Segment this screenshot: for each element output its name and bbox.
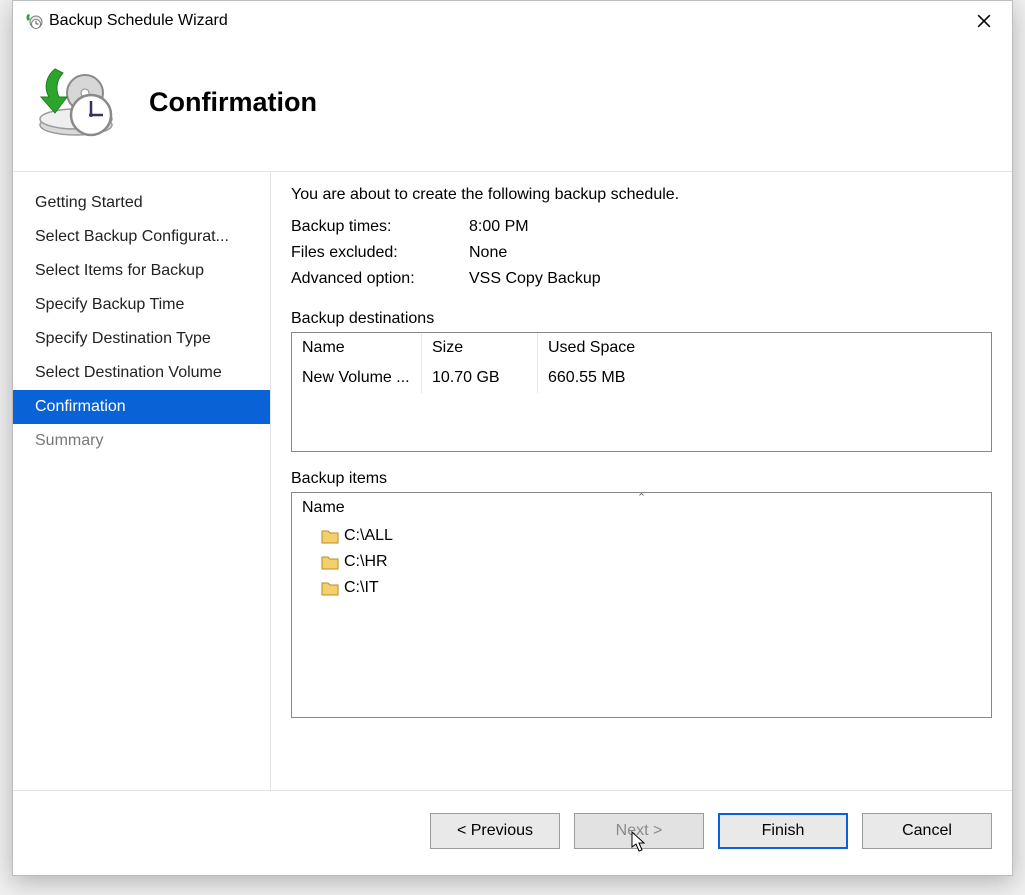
cancel-button[interactable]: Cancel <box>862 813 992 849</box>
destinations-list[interactable]: Name Size Used Space New Volume ... 10.7… <box>291 332 992 452</box>
step-specify-backup-time[interactable]: Specify Backup Time <box>13 288 270 322</box>
step-select-destination-volume[interactable]: Select Destination Volume <box>13 356 270 390</box>
intro-text: You are about to create the following ba… <box>291 186 992 204</box>
destinations-header: Name Size Used Space <box>292 333 991 363</box>
window-title: Backup Schedule Wizard <box>49 12 228 30</box>
advanced-option-row: Advanced option: VSS Copy Backup <box>291 270 992 288</box>
next-button: Next > <box>574 813 704 849</box>
step-summary: Summary <box>13 424 270 458</box>
folder-icon <box>320 526 340 546</box>
items-header: ⌃ Name <box>292 493 991 523</box>
files-excluded-label: Files excluded: <box>291 244 469 262</box>
step-getting-started[interactable]: Getting Started <box>13 186 270 220</box>
step-select-items-for-backup[interactable]: Select Items for Backup <box>13 254 270 288</box>
header: Confirmation <box>13 41 1012 171</box>
close-button[interactable] <box>962 7 1006 35</box>
backup-times-label: Backup times: <box>291 218 469 236</box>
sidebar: Getting Started Select Backup Configurat… <box>13 172 271 790</box>
col-size[interactable]: Size <box>422 333 538 363</box>
folder-icon <box>320 552 340 572</box>
step-select-backup-configuration[interactable]: Select Backup Configurat... <box>13 220 270 254</box>
backup-times-value: 8:00 PM <box>469 218 529 236</box>
destination-name: New Volume ... <box>292 363 422 393</box>
titlebar: Backup Schedule Wizard <box>13 1 1012 41</box>
destination-used: 660.55 MB <box>538 363 991 393</box>
files-excluded-row: Files excluded: None <box>291 244 992 262</box>
destinations-label: Backup destinations <box>291 310 992 328</box>
backup-item-path: C:\ALL <box>344 527 393 545</box>
backup-item[interactable]: C:\ALL <box>292 523 991 549</box>
backup-items-label: Backup items <box>291 470 992 488</box>
col-name[interactable]: Name <box>292 333 422 363</box>
content: You are about to create the following ba… <box>271 172 1012 790</box>
folder-icon <box>320 578 340 598</box>
page-title: Confirmation <box>149 87 317 118</box>
wizard-header-icon <box>33 63 119 141</box>
previous-button[interactable]: < Previous <box>430 813 560 849</box>
sort-ascending-icon: ⌃ <box>637 493 646 504</box>
footer: < Previous Next > Finish Cancel <box>13 790 1012 875</box>
backup-item[interactable]: C:\IT <box>292 575 991 601</box>
wizard-window: Backup Schedule Wizard Confirmation <box>12 0 1013 876</box>
files-excluded-value: None <box>469 244 507 262</box>
advanced-option-label: Advanced option: <box>291 270 469 288</box>
backup-items-list[interactable]: ⌃ Name C:\ALL C:\HR <box>291 492 992 718</box>
destination-row[interactable]: New Volume ... 10.70 GB 660.55 MB <box>292 363 991 393</box>
backup-item-path: C:\IT <box>344 579 379 597</box>
items-col-name[interactable]: ⌃ Name <box>292 493 991 523</box>
step-specify-destination-type[interactable]: Specify Destination Type <box>13 322 270 356</box>
destination-size: 10.70 GB <box>422 363 538 393</box>
backup-item[interactable]: C:\HR <box>292 549 991 575</box>
advanced-option-value: VSS Copy Backup <box>469 270 601 288</box>
step-confirmation[interactable]: Confirmation <box>13 390 270 424</box>
finish-button[interactable]: Finish <box>718 813 848 849</box>
wizard-title-icon <box>23 11 43 31</box>
col-used-space[interactable]: Used Space <box>538 333 991 363</box>
backup-item-path: C:\HR <box>344 553 388 571</box>
backup-times-row: Backup times: 8:00 PM <box>291 218 992 236</box>
